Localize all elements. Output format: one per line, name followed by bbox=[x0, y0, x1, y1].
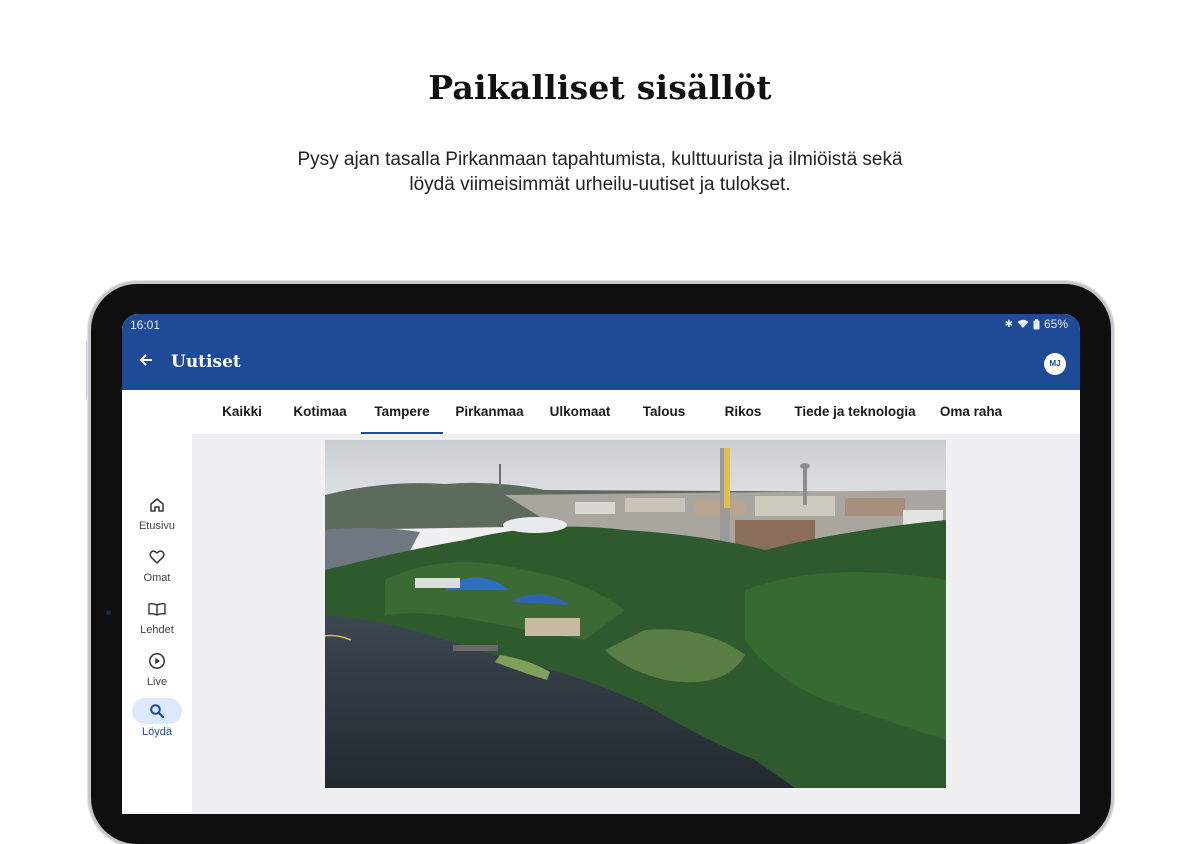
article-hero-image[interactable] bbox=[325, 440, 946, 788]
tab-pirkanmaa[interactable]: Pirkanmaa bbox=[446, 390, 533, 434]
home-icon bbox=[132, 492, 182, 518]
tablet-screen: 16:01 ✱ 65% Uutiset MJ Kaikki Kotimaa Ta… bbox=[122, 314, 1080, 814]
search-icon bbox=[132, 698, 182, 724]
play-icon bbox=[132, 648, 182, 674]
page-headline: Paikalliset sisällöt bbox=[428, 68, 772, 107]
rail-label-etusivu: Etusivu bbox=[138, 520, 176, 532]
rail-label-lehdet: Lehdet bbox=[140, 624, 174, 636]
tab-oma-raha[interactable]: Oma raha bbox=[928, 390, 1014, 434]
user-avatar[interactable]: MJ bbox=[1044, 353, 1066, 375]
tab-tiede-ja-teknologia[interactable]: Tiede ja teknologia bbox=[785, 390, 925, 434]
back-arrow-icon[interactable] bbox=[136, 352, 156, 372]
rail-item-omat[interactable]: Omat bbox=[132, 544, 182, 584]
status-icons: ✱ 65% bbox=[1005, 317, 1068, 331]
tab-talous[interactable]: Talous bbox=[627, 390, 701, 434]
rail-label-live: Live bbox=[146, 676, 168, 688]
category-tabs: Kaikki Kotimaa Tampere Pirkanmaa Ulkomaa… bbox=[122, 390, 1080, 435]
bluetooth-icon: ✱ bbox=[1004, 318, 1013, 330]
rail-item-live[interactable]: Live bbox=[132, 648, 182, 688]
status-time: 16:01 bbox=[130, 318, 161, 332]
rail-item-lehdet[interactable]: Lehdet bbox=[132, 596, 182, 636]
subtitle-line-2: löydä viimeisimmät urheilu-uutiset ja tu… bbox=[409, 174, 791, 195]
rail-item-etusivu[interactable]: Etusivu bbox=[132, 492, 182, 532]
tab-tampere[interactable]: Tampere bbox=[361, 390, 443, 434]
rail-label-omat: Omat bbox=[143, 572, 171, 584]
tab-rikos[interactable]: Rikos bbox=[704, 390, 782, 434]
tab-ulkomaat[interactable]: Ulkomaat bbox=[536, 390, 624, 434]
app-bar: 16:01 ✱ 65% Uutiset MJ bbox=[122, 314, 1080, 390]
rail-label-loyda: Löydä bbox=[142, 726, 172, 738]
tab-kotimaa[interactable]: Kotimaa bbox=[282, 390, 358, 434]
app-title: Uutiset bbox=[171, 352, 241, 372]
heart-icon bbox=[132, 544, 182, 570]
subtitle-line-1: Pysy ajan tasalla Pirkanmaan tapahtumist… bbox=[297, 149, 903, 170]
wifi-icon bbox=[1017, 319, 1029, 328]
navigation-rail: Etusivu Omat Lehdet Live Löydä bbox=[122, 434, 192, 814]
book-icon bbox=[132, 596, 182, 622]
front-camera bbox=[106, 610, 111, 615]
battery-icon bbox=[1033, 318, 1040, 329]
tab-kaikki[interactable]: Kaikki bbox=[202, 390, 282, 434]
rail-item-loyda[interactable]: Löydä bbox=[132, 698, 182, 738]
page-subtitle: Pysy ajan tasalla Pirkanmaan tapahtumist… bbox=[250, 147, 950, 197]
battery-level: 65% bbox=[1043, 317, 1068, 331]
